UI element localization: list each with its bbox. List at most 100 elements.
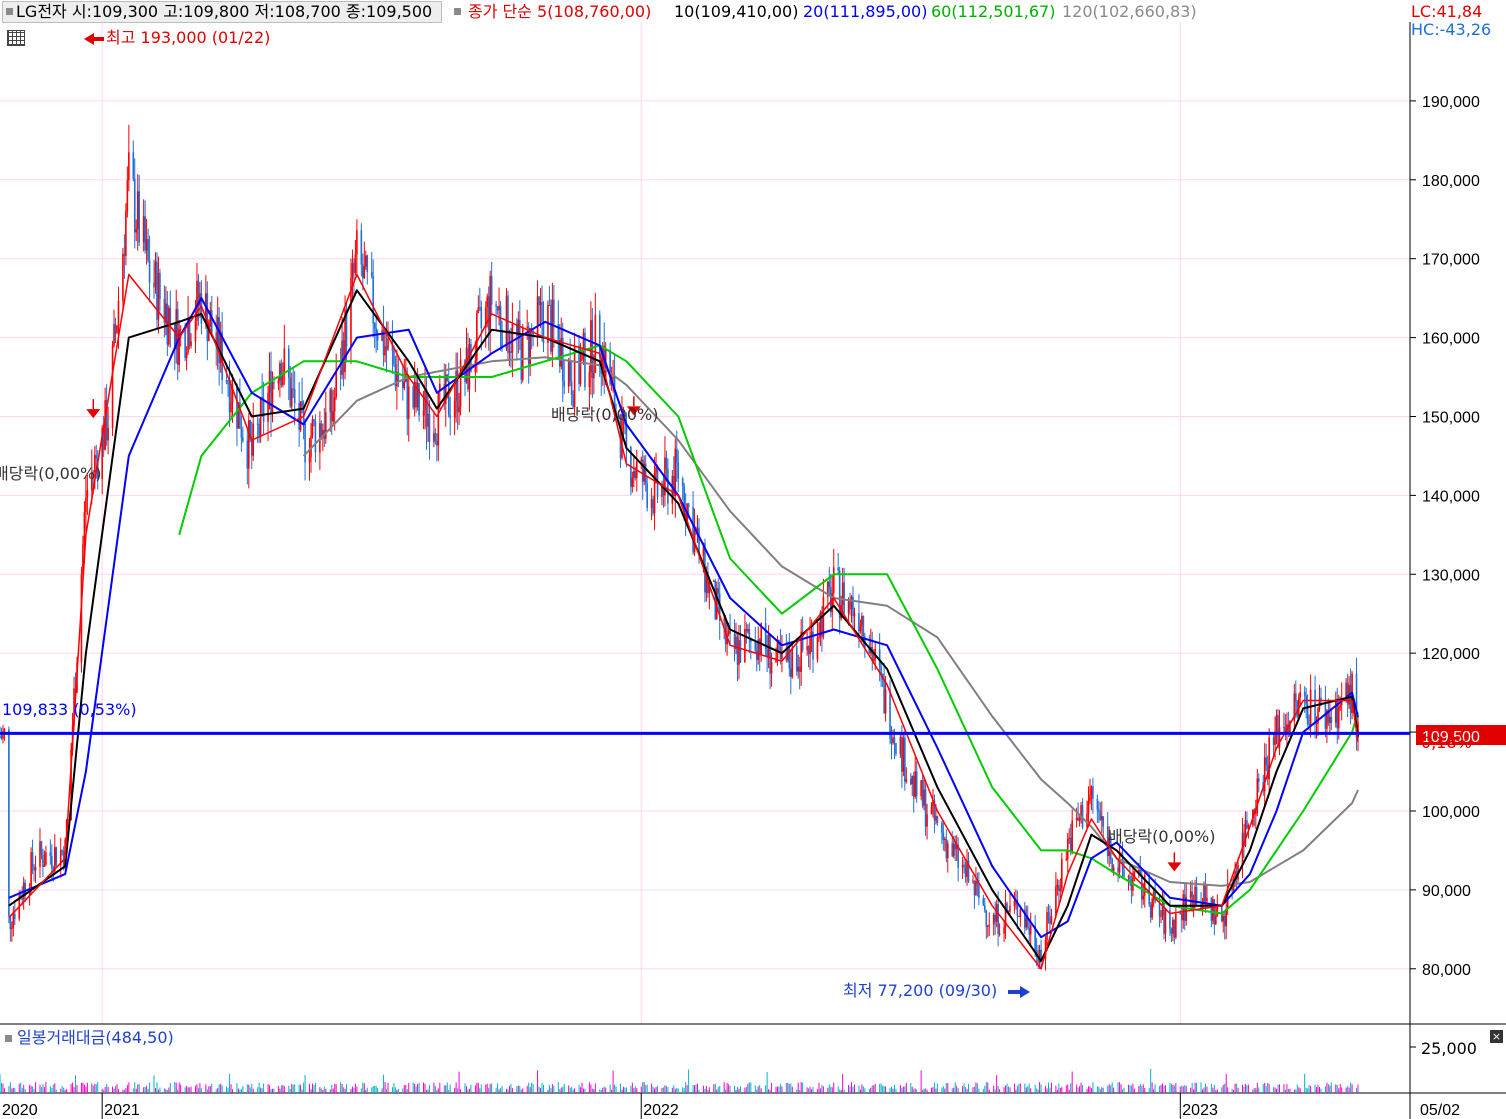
candle-body (591, 320, 594, 379)
candle-body (292, 388, 295, 390)
candle-body (43, 864, 46, 867)
candle-body (1160, 915, 1162, 917)
candle-body (1065, 858, 1068, 860)
candle-body (116, 325, 118, 333)
candle-body (455, 370, 457, 401)
y-tick-label: 160,000 (1422, 331, 1480, 348)
candle-body (247, 420, 250, 469)
low-arrow-icon (1008, 986, 1030, 998)
candle-body (952, 843, 955, 857)
candle-body (0, 736, 1, 738)
candle-body (902, 737, 905, 772)
candle-body (1318, 697, 1321, 709)
candle-body (895, 742, 897, 755)
candle-body (850, 596, 853, 610)
candle-body (31, 852, 34, 868)
candle-body (283, 348, 286, 375)
candle-body (548, 304, 551, 306)
stock-chart[interactable]: 80,00090,000100,000110,000120,000130,000… (0, 0, 1506, 1119)
candle-body (1275, 715, 1278, 732)
candle-body (997, 904, 999, 934)
candle-body (986, 925, 989, 927)
candle-body (206, 293, 209, 342)
y-tick-label: 80,000 (1422, 962, 1471, 979)
candle-body (1130, 879, 1133, 891)
candle-body (45, 852, 47, 865)
candle-body (51, 856, 53, 868)
candle-body (754, 641, 757, 652)
candle-body (924, 789, 927, 827)
candle-body (487, 296, 490, 331)
candle-body (862, 616, 865, 637)
candle-body (797, 666, 800, 672)
ma20-label: 20(111,895,00) (803, 2, 928, 21)
low-annotation: 최저 77,200 (09/30) (843, 981, 998, 1000)
candle-body (259, 397, 262, 436)
candle-body (878, 648, 881, 667)
candle-body (1096, 798, 1099, 810)
candle-body (407, 386, 410, 420)
candle-body (992, 914, 995, 925)
candle-body (363, 266, 366, 278)
candle-body (893, 737, 896, 743)
candle-body (495, 304, 497, 307)
candle-body (790, 668, 792, 677)
ma5-label: 종가 단순 5(108,760,00) (468, 2, 652, 21)
candle-body (1189, 891, 1192, 898)
candle-body (1334, 699, 1337, 723)
x-label: 05/02 (1420, 1102, 1460, 1119)
candle-body (1216, 906, 1219, 916)
x-label: 2021 (104, 1102, 140, 1119)
candle-body (154, 261, 157, 288)
candle-body (341, 340, 343, 375)
candle-body (1210, 897, 1213, 921)
table-view-icon[interactable] (7, 30, 25, 46)
candle-body (640, 459, 643, 462)
candle-body (1151, 899, 1153, 918)
candle-body (133, 178, 136, 233)
current-change: 0,18% (1421, 733, 1472, 752)
candle-body (634, 471, 637, 478)
candle-body (496, 306, 499, 311)
x-label: 2023 (1182, 1102, 1218, 1119)
candle-body (144, 216, 146, 251)
candle-body (425, 388, 428, 427)
candle-body (964, 865, 967, 878)
candle-body (279, 363, 281, 381)
candle-body (1059, 888, 1062, 891)
candle-body (1142, 895, 1145, 900)
candle-body (570, 381, 573, 395)
candle-body (1194, 886, 1196, 906)
candle-body (332, 411, 335, 422)
dividend-label-2: 배당락(0,00%) (551, 405, 659, 424)
candle-body (30, 852, 32, 889)
high-arrow-icon (84, 33, 104, 45)
y-tick-label: 170,000 (1422, 252, 1480, 269)
candle-body (376, 335, 379, 341)
candle-body (299, 401, 302, 430)
candle-body (1337, 706, 1340, 729)
candle-body (508, 351, 511, 353)
candle-body (147, 239, 149, 261)
candle-body (1075, 817, 1078, 821)
candle-body (1175, 913, 1177, 938)
candle-body (1058, 884, 1060, 891)
candle-body (453, 400, 456, 418)
candle-body (1179, 913, 1182, 915)
candle-body (809, 636, 811, 655)
candle-body (1071, 820, 1073, 852)
close-panel-icon[interactable]: × (1490, 1030, 1503, 1043)
candle-body (1329, 716, 1331, 723)
candle-body (889, 689, 891, 740)
candle-body (1173, 919, 1176, 938)
candle-body (852, 596, 854, 617)
candle-body (901, 737, 903, 772)
candle-body (972, 880, 974, 882)
candle-body (770, 662, 773, 674)
candle-body (342, 340, 345, 373)
candle-body (920, 780, 922, 797)
candle-body (837, 567, 839, 571)
candle-body (40, 841, 43, 855)
candle-body (713, 580, 715, 582)
candle-body (333, 397, 336, 412)
